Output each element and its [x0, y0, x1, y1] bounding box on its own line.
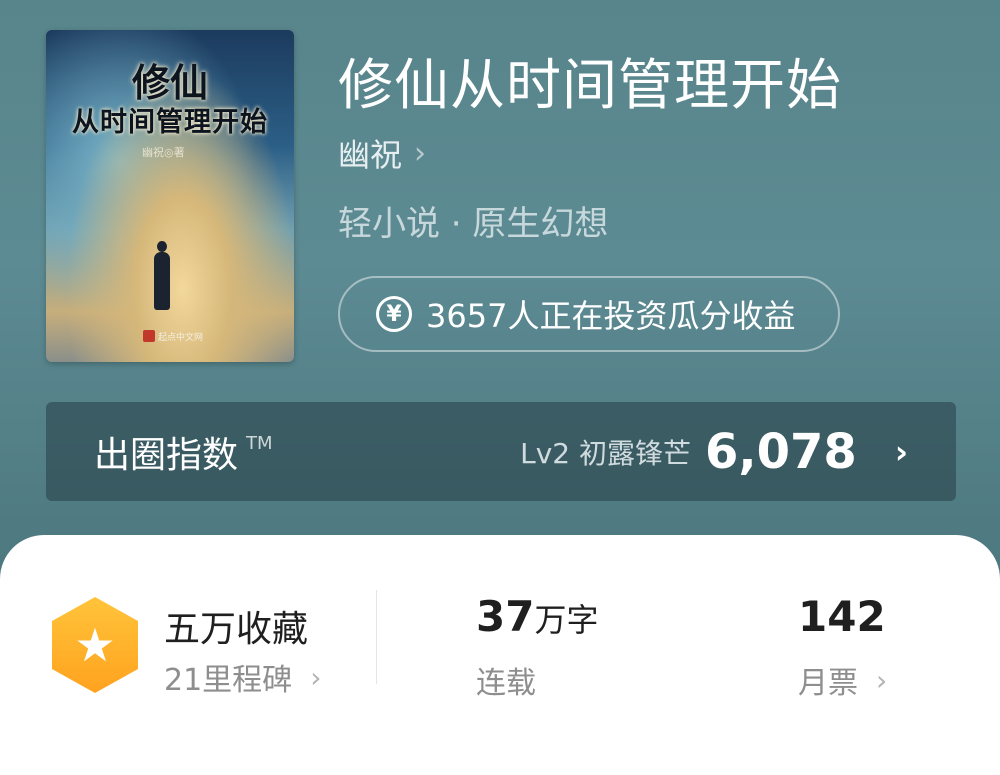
collect-milestone: 21里程碑: [164, 663, 293, 698]
genre-tags[interactable]: 轻小说 · 原生幻想: [338, 196, 608, 245]
monthly-votes-number: 142: [798, 592, 886, 641]
word-count-unit: 万字: [534, 601, 599, 639]
stats-divider: [376, 590, 377, 684]
cover-publisher: 起点中文网: [158, 333, 204, 343]
index-label: 出圈指数: [94, 434, 239, 476]
cover-figure-illustration: [154, 241, 170, 310]
cover-author: 幽祝◎著: [142, 146, 185, 159]
index-score: 6,078: [704, 423, 857, 480]
monthly-votes[interactable]: 142: [798, 592, 886, 641]
chevron-right-icon: ›: [414, 135, 427, 171]
chevron-right-icon: ›: [310, 660, 322, 694]
author-name: 幽祝: [338, 136, 403, 174]
trademark-mark: TM: [246, 433, 273, 454]
chevron-right-icon: ›: [876, 663, 888, 697]
chevron-right-icon: ›: [894, 432, 908, 471]
word-count-number: 37: [476, 592, 535, 641]
monthly-votes-label: 月票: [798, 666, 858, 701]
cover-subtitle: 从时间管理开始: [72, 107, 268, 138]
monthly-votes-link[interactable]: 月票 ›: [798, 658, 887, 702]
yen-icon: ¥: [376, 296, 412, 332]
collect-title[interactable]: 五万收藏: [164, 600, 308, 652]
invest-text: 3657人正在投资瓜分收益: [426, 297, 796, 335]
publisher-logo-icon: [143, 330, 155, 342]
author-link[interactable]: 幽祝 ›: [338, 130, 426, 176]
cover-title: 修仙: [131, 60, 208, 105]
book-title: 修仙从时间管理开始: [338, 53, 843, 117]
breakout-index-bar[interactable]: 出圈指数 TM Lv2 初露锋芒 6,078 ›: [46, 402, 956, 501]
index-level: Lv2 初露锋芒: [520, 436, 691, 470]
invest-button[interactable]: ¥ 3657人正在投资瓜分收益: [338, 276, 840, 352]
collect-milestone-link[interactable]: 21里程碑 ›: [164, 655, 321, 699]
serial-status: 连载: [476, 666, 536, 701]
book-cover[interactable]: 修仙 从时间管理开始 幽祝◎著 起点中文网: [46, 30, 294, 362]
stats-card: [0, 535, 1000, 775]
word-count: 37万字: [476, 592, 598, 641]
